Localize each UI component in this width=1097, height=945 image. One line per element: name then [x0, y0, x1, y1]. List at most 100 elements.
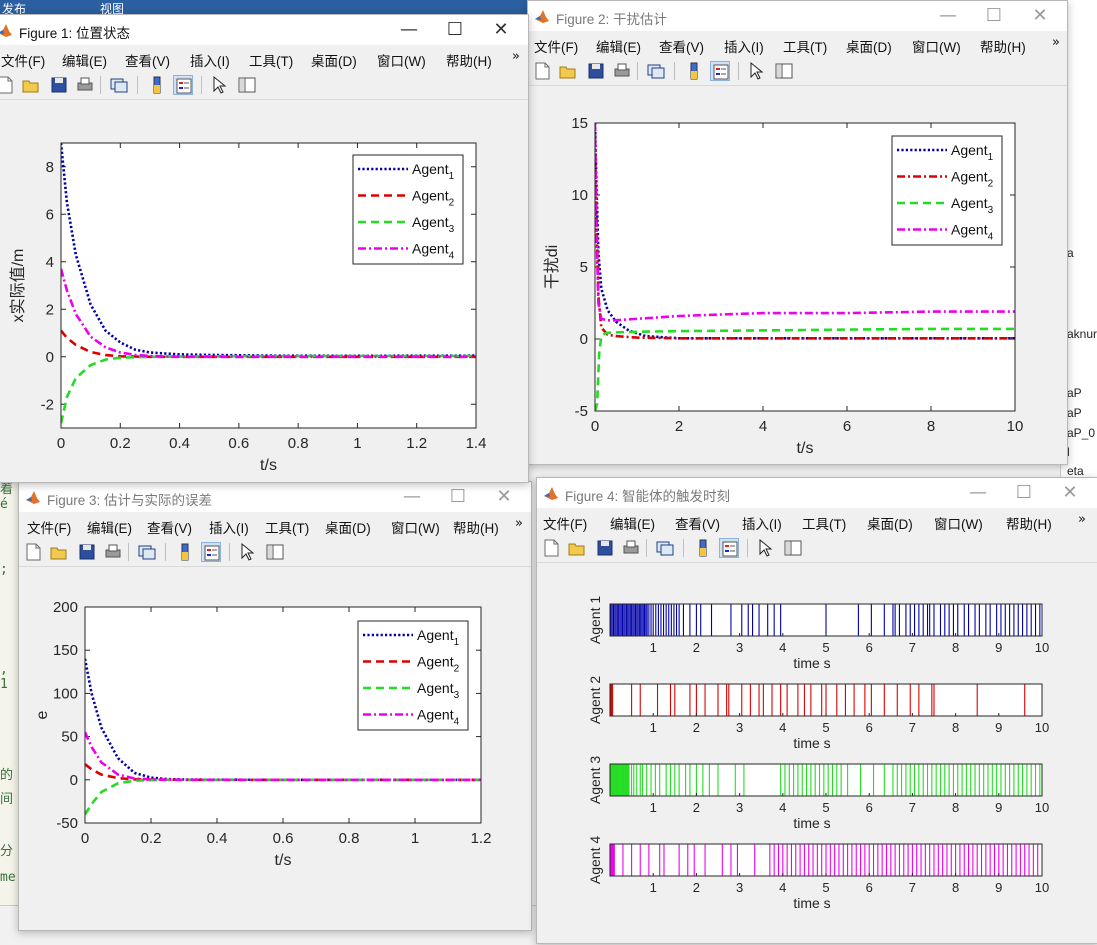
save-icon[interactable] — [586, 61, 606, 81]
menu-item-desktop[interactable]: 桌面(D) — [325, 517, 371, 537]
menu-item-view[interactable]: 查看(V) — [659, 36, 704, 56]
menu-overflow-icon[interactable]: » — [515, 516, 523, 531]
y-tick-label: 150 — [53, 642, 78, 659]
property-inspector-icon[interactable] — [237, 75, 257, 95]
link-plot-icon[interactable] — [646, 61, 666, 81]
figure-4-window[interactable]: Figure 4: 智能体的触发时刻 — ☐ ✕ 文件(F) 编辑(E) 查看(V) 插入(I… — [536, 477, 1097, 944]
insert-legend-icon[interactable] — [710, 61, 730, 81]
menu-item-file[interactable]: 文件(F) — [1, 50, 45, 70]
menu-overflow-icon[interactable]: » — [1052, 35, 1060, 50]
figure-3-window[interactable]: Figure 3: 估计与实际的误差 — ☐ ✕ 文件(F) 编辑(E) 查看(V) 插入(I… — [18, 481, 532, 931]
property-inspector-icon[interactable] — [774, 61, 794, 81]
maximize-icon[interactable]: ☐ — [971, 1, 1017, 31]
x-tick-label: 3 — [736, 720, 743, 735]
menu-item-file[interactable]: 文件(F) — [534, 36, 578, 56]
menu-item-window[interactable]: 窗口(W) — [377, 50, 426, 70]
menu-overflow-icon[interactable]: » — [1078, 512, 1086, 527]
title-bar[interactable]: Figure 2: 干扰估计 — ☐ ✕ — [528, 1, 1067, 31]
menu-overflow-icon[interactable]: » — [512, 49, 520, 64]
menu-item-desktop[interactable]: 桌面(D) — [846, 36, 892, 56]
property-inspector-icon[interactable] — [783, 538, 803, 558]
close-icon[interactable]: ✕ — [481, 482, 527, 512]
insert-colorbar-icon[interactable] — [147, 75, 167, 95]
menu-item-insert[interactable]: 插入(I) — [724, 36, 764, 56]
pointer-icon[interactable] — [746, 61, 766, 81]
legend[interactable]: Agent1Agent2Agent3Agent4 — [891, 135, 1003, 246]
maximize-icon[interactable]: ☐ — [432, 15, 478, 45]
save-icon[interactable] — [49, 75, 69, 95]
minimize-icon[interactable]: — — [955, 478, 1001, 508]
pointer-icon[interactable] — [755, 538, 775, 558]
menu-item-view[interactable]: 查看(V) — [125, 50, 170, 70]
menu-item-view[interactable]: 查看(V) — [147, 517, 192, 537]
minimize-icon[interactable]: — — [389, 482, 435, 512]
menu-item-window[interactable]: 窗口(W) — [934, 513, 983, 533]
new-figure-icon[interactable] — [541, 538, 561, 558]
insert-colorbar-icon[interactable] — [175, 542, 195, 562]
menu-item-window[interactable]: 窗口(W) — [391, 517, 440, 537]
open-file-icon[interactable] — [567, 538, 587, 558]
maximize-icon[interactable]: ☐ — [1001, 478, 1047, 508]
print-icon[interactable] — [621, 538, 641, 558]
print-icon[interactable] — [612, 61, 632, 81]
menu-item-edit[interactable]: 编辑(E) — [87, 517, 132, 537]
pointer-icon[interactable] — [237, 542, 257, 562]
insert-legend-icon[interactable] — [719, 538, 739, 558]
figure-1-window[interactable]: Figure 1: 位置状态 — ☐ ✕ 文件(F) 编辑(E) 查看(V) 插入(I) 工具(… — [0, 14, 529, 483]
pointer-icon[interactable] — [209, 75, 229, 95]
insert-colorbar-icon[interactable] — [693, 538, 713, 558]
menu-item-edit[interactable]: 编辑(E) — [610, 513, 655, 533]
menu-item-tools[interactable]: 工具(T) — [783, 36, 827, 56]
open-file-icon[interactable] — [558, 61, 578, 81]
menu-item-desktop[interactable]: 桌面(D) — [311, 50, 357, 70]
menu-item-window[interactable]: 窗口(W) — [912, 36, 961, 56]
x-tick-label: 7 — [909, 640, 916, 655]
insert-legend-icon[interactable] — [173, 75, 193, 95]
close-icon[interactable]: ✕ — [478, 15, 524, 45]
print-icon[interactable] — [103, 542, 123, 562]
menu-item-insert[interactable]: 插入(I) — [190, 50, 230, 70]
link-plot-icon[interactable] — [655, 538, 675, 558]
save-icon[interactable] — [595, 538, 615, 558]
menu-item-insert[interactable]: 插入(I) — [742, 513, 782, 533]
open-file-icon[interactable] — [21, 75, 41, 95]
close-icon[interactable]: ✕ — [1017, 1, 1063, 31]
insert-colorbar-icon[interactable] — [684, 61, 704, 81]
toolbar-separator — [229, 543, 230, 561]
menu-item-tools[interactable]: 工具(T) — [265, 517, 309, 537]
menu-item-file[interactable]: 文件(F) — [27, 517, 71, 537]
property-inspector-icon[interactable] — [265, 542, 285, 562]
menu-item-help[interactable]: 帮助(H) — [980, 36, 1026, 56]
menu-item-file[interactable]: 文件(F) — [543, 513, 587, 533]
new-figure-icon[interactable] — [532, 61, 552, 81]
link-plot-icon[interactable] — [137, 542, 157, 562]
save-icon[interactable] — [77, 542, 97, 562]
new-figure-icon[interactable] — [0, 75, 15, 95]
title-bar[interactable]: Figure 1: 位置状态 — ☐ ✕ — [0, 15, 528, 45]
new-figure-icon[interactable] — [23, 542, 43, 562]
menu-item-view[interactable]: 查看(V) — [675, 513, 720, 533]
maximize-icon[interactable]: ☐ — [435, 482, 481, 512]
legend[interactable]: Agent1Agent2Agent3Agent4 — [352, 154, 464, 265]
menu-item-tools[interactable]: 工具(T) — [802, 513, 846, 533]
menu-item-insert[interactable]: 插入(I) — [209, 517, 249, 537]
link-plot-icon[interactable] — [109, 75, 129, 95]
menu-item-help[interactable]: 帮助(H) — [446, 50, 492, 70]
insert-legend-icon[interactable] — [201, 542, 221, 562]
workspace-fragment: aP — [1067, 406, 1082, 420]
minimize-icon[interactable]: — — [386, 15, 432, 45]
menu-item-tools[interactable]: 工具(T) — [249, 50, 293, 70]
menu-item-help[interactable]: 帮助(H) — [1006, 513, 1052, 533]
minimize-icon[interactable]: — — [925, 1, 971, 31]
open-file-icon[interactable] — [49, 542, 69, 562]
menu-item-desktop[interactable]: 桌面(D) — [867, 513, 913, 533]
menu-item-help[interactable]: 帮助(H) — [453, 517, 499, 537]
legend[interactable]: Agent1Agent2Agent3Agent4 — [357, 620, 469, 731]
menu-item-edit[interactable]: 编辑(E) — [596, 36, 641, 56]
title-bar[interactable]: Figure 4: 智能体的触发时刻 — ☐ ✕ — [537, 478, 1097, 508]
menu-item-edit[interactable]: 编辑(E) — [62, 50, 107, 70]
print-icon[interactable] — [75, 75, 95, 95]
title-bar[interactable]: Figure 3: 估计与实际的误差 — ☐ ✕ — [19, 482, 531, 512]
close-icon[interactable]: ✕ — [1047, 478, 1093, 508]
figure-2-window[interactable]: Figure 2: 干扰估计 — ☐ ✕ 文件(F) 编辑(E) 查看(V) 插入(I) 工具(… — [527, 0, 1068, 465]
